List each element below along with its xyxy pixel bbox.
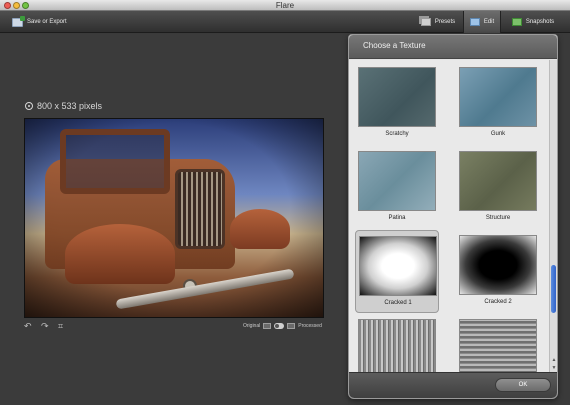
rotate-right-icon[interactable]: ↷ bbox=[41, 322, 50, 331]
tab-presets[interactable]: Presets bbox=[414, 11, 462, 33]
texture-tile-streaks-1[interactable] bbox=[355, 314, 439, 372]
texture-label: Scratchy bbox=[385, 131, 409, 137]
ok-button[interactable]: OK bbox=[495, 378, 551, 392]
texture-label: Gunk bbox=[490, 131, 506, 137]
image-size-icon bbox=[25, 102, 33, 110]
image-dimensions-text: 800 x 533 pixels bbox=[37, 101, 103, 111]
crop-icon[interactable]: ⌗ bbox=[58, 322, 67, 331]
edit-tools: ↶ ↷ ⌗ bbox=[24, 322, 67, 331]
panel-header: Choose a Texture bbox=[349, 35, 557, 59]
tab-snapshots-label: Snapshots bbox=[525, 19, 555, 25]
edit-icon bbox=[469, 18, 480, 26]
save-or-export-button[interactable]: Save or Export bbox=[12, 11, 67, 33]
rotate-left-icon[interactable]: ↶ bbox=[24, 322, 33, 331]
car-cab bbox=[60, 129, 170, 194]
window-title: Flare bbox=[275, 1, 295, 10]
texture-grid: Scratchy Gunk Patina Structure Cracked 1… bbox=[349, 60, 549, 372]
texture-thumbnail bbox=[459, 319, 537, 372]
tab-edit-label: Edit bbox=[483, 19, 495, 25]
car-rear-fender bbox=[230, 209, 290, 249]
save-export-icon bbox=[12, 15, 25, 27]
texture-thumbnail bbox=[359, 236, 437, 296]
car-fender bbox=[65, 224, 175, 284]
window-titlebar: Flare bbox=[0, 0, 570, 11]
toolbar: Save or Export Presets Edit Snapshots bbox=[0, 11, 570, 33]
texture-label: Cracked 2 bbox=[484, 299, 512, 305]
texture-scrollbar[interactable]: ▲ ▼ bbox=[549, 60, 557, 372]
texture-thumbnail bbox=[358, 319, 436, 372]
choose-texture-panel: Choose a Texture Scratchy Gunk Patina St… bbox=[348, 34, 558, 399]
canvas-area: 800 x 533 pixels ↶ ↷ ⌗ Original Processe… bbox=[0, 34, 348, 405]
presets-icon bbox=[420, 18, 431, 26]
texture-tile-structure[interactable]: Structure bbox=[456, 146, 540, 229]
compare-switch[interactable] bbox=[274, 323, 285, 329]
compare-toggle: Original Processed bbox=[243, 323, 322, 329]
tab-presets-label: Presets bbox=[434, 19, 456, 25]
photo-preview[interactable] bbox=[24, 118, 324, 318]
texture-thumbnail bbox=[358, 151, 436, 211]
texture-tile-cracked-1[interactable]: Cracked 1 bbox=[355, 230, 439, 313]
scrollbar-thumb[interactable] bbox=[551, 265, 556, 313]
texture-thumbnail bbox=[459, 67, 537, 127]
scroll-down-arrow-icon[interactable]: ▼ bbox=[550, 364, 558, 372]
texture-thumbnail bbox=[459, 151, 537, 211]
image-dimensions: 800 x 533 pixels bbox=[25, 101, 102, 111]
texture-label: Cracked 1 bbox=[384, 300, 412, 306]
texture-tile-gunk[interactable]: Gunk bbox=[456, 62, 540, 145]
scroll-up-arrow-icon[interactable]: ▲ bbox=[550, 356, 558, 364]
snapshots-icon bbox=[511, 18, 522, 26]
panel-footer: OK bbox=[349, 372, 557, 398]
tab-snapshots[interactable]: Snapshots bbox=[503, 11, 563, 33]
panel-title: Choose a Texture bbox=[363, 41, 426, 50]
texture-tile-patina[interactable]: Patina bbox=[355, 146, 439, 229]
texture-thumbnail bbox=[358, 67, 436, 127]
texture-tile-cracked-2[interactable]: Cracked 2 bbox=[456, 230, 540, 313]
processed-label: Processed bbox=[298, 323, 322, 329]
texture-label: Patina bbox=[388, 215, 406, 221]
original-icon[interactable] bbox=[263, 323, 272, 329]
texture-thumbnail bbox=[459, 235, 537, 295]
texture-label: Structure bbox=[485, 215, 511, 221]
save-or-export-label: Save or Export bbox=[27, 19, 67, 25]
original-label: Original bbox=[243, 323, 261, 329]
texture-tile-streaks-2[interactable] bbox=[456, 314, 540, 372]
texture-tile-scratchy[interactable]: Scratchy bbox=[355, 62, 439, 145]
car-grill bbox=[175, 169, 225, 249]
tab-edit[interactable]: Edit bbox=[463, 11, 501, 33]
processed-icon[interactable] bbox=[287, 323, 296, 329]
